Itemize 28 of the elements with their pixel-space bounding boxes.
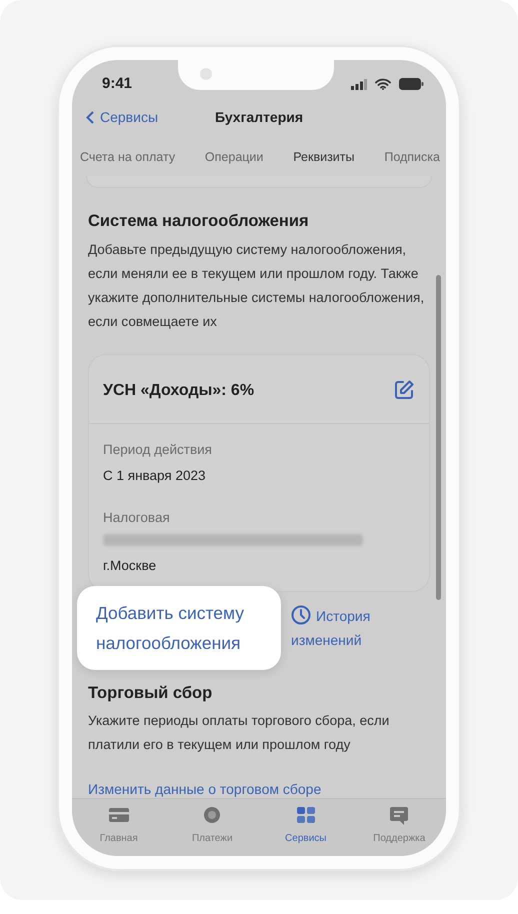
back-icon	[86, 110, 94, 124]
tab[interactable]: Счета на оплату	[80, 144, 176, 178]
field-label: Период действия	[103, 440, 213, 459]
back-link[interactable]: Сервисы	[86, 106, 158, 128]
section-description: Укажите периоды оплаты торгового сбора, если платили его в текущем или прошлом году	[88, 712, 390, 754]
field-label: Налоговая	[103, 509, 171, 528]
signal-icon	[351, 78, 367, 90]
chat-icon	[388, 805, 410, 827]
nav-tab[interactable]: Сервисы	[266, 805, 346, 856]
section-title: Торговый сбор	[88, 684, 214, 704]
field-value: С 1 января 2023	[103, 466, 207, 485]
nav-tab[interactable]: Платежи	[172, 805, 252, 856]
history-link[interactable]: История изменений	[291, 604, 391, 652]
section-description: Добавьте предыдущую систему налогообложения, если меняли ее в текущем или прошлом году. Также укажите дополнительные системы налогообложения, если совмещаете их	[88, 240, 426, 331]
nav-tab[interactable]: Поддержка	[359, 805, 440, 856]
section-title: Система налогообложения	[88, 212, 310, 232]
edit-trade-fee-link[interactable]: Изменить данные о торговом сборе	[88, 779, 322, 798]
tab[interactable]: Операции	[204, 144, 264, 178]
status-time: 9:41	[102, 74, 132, 94]
battery-icon	[399, 78, 424, 90]
clock-icon	[291, 604, 311, 625]
card-title: УСН «Доходы»: 6%	[103, 380, 254, 401]
tab[interactable]: Подписка	[384, 144, 440, 178]
add-system-button[interactable]: Добавить систему налогообложения	[77, 586, 281, 670]
wifi-icon	[375, 78, 391, 90]
screen-title: Бухгалтерия	[214, 108, 304, 127]
nav-tab[interactable]: Главная	[78, 805, 159, 856]
field-value: г.Москве	[103, 557, 158, 576]
